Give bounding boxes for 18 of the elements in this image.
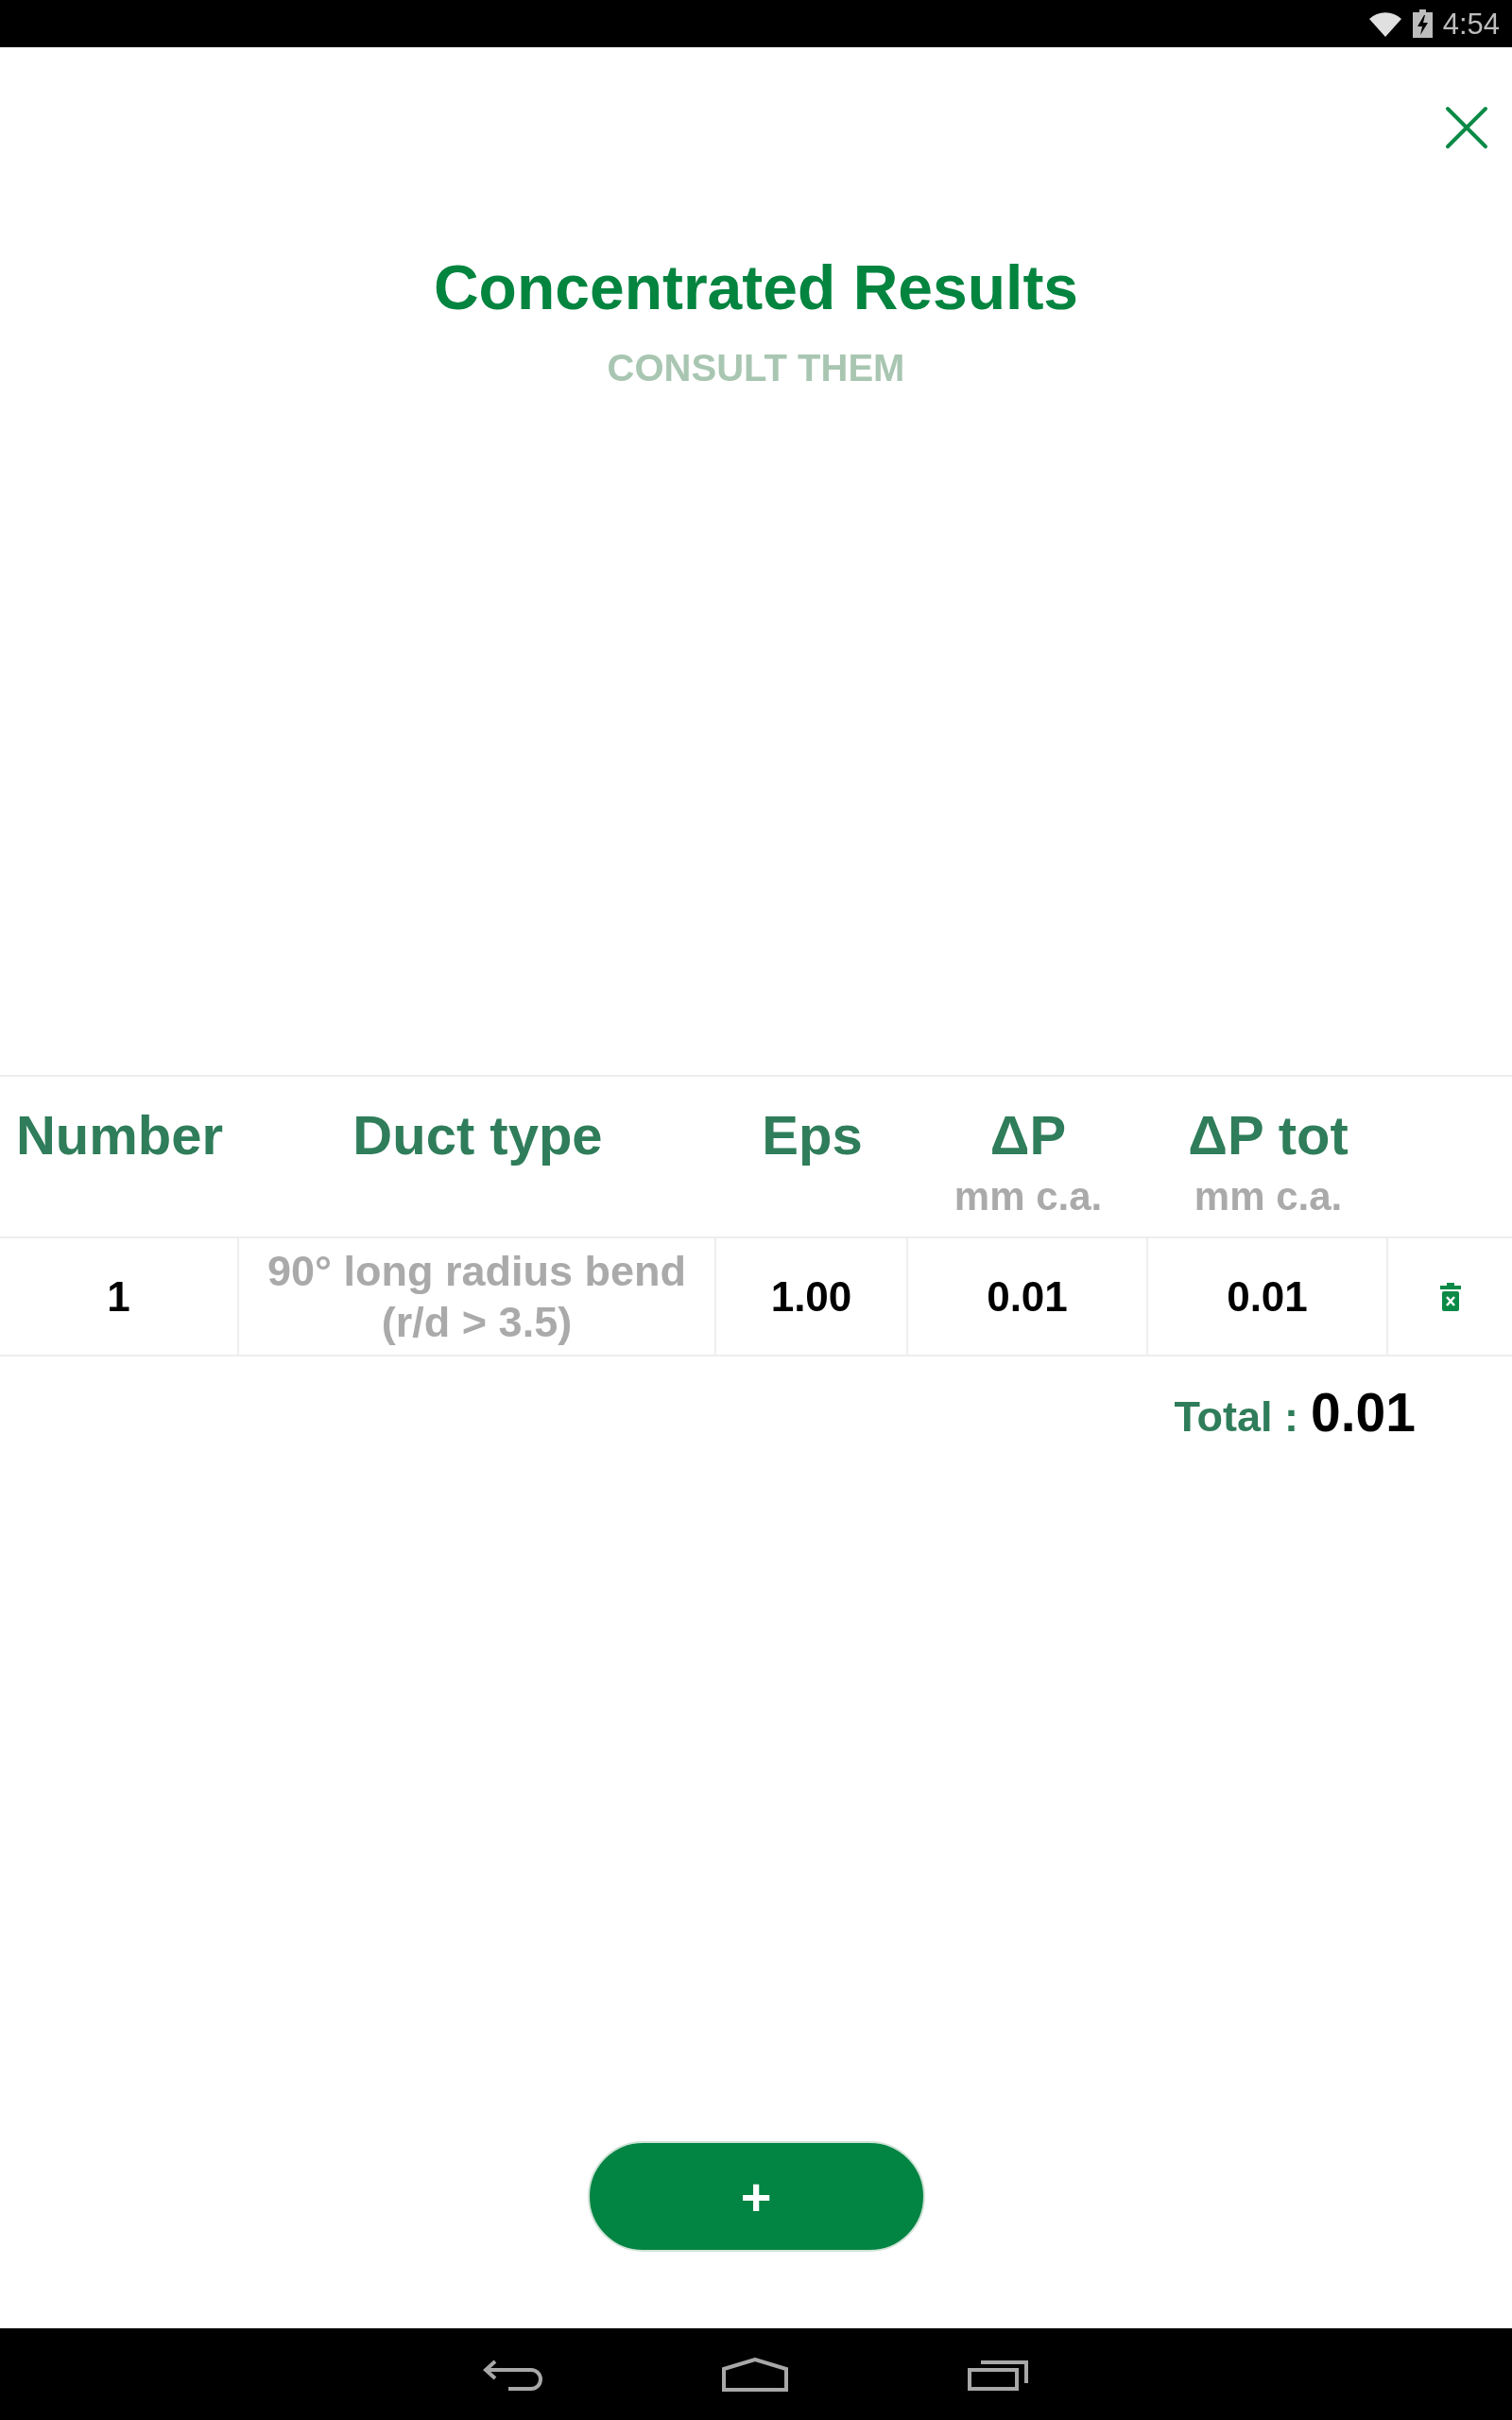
column-header: ΔP tot	[1188, 1108, 1349, 1163]
battery-charging-icon	[1412, 9, 1433, 38]
close-icon[interactable]	[1445, 106, 1488, 149]
recent-apps-icon[interactable]	[968, 2358, 1030, 2391]
trash-icon[interactable]	[1439, 1282, 1461, 1311]
status-time: 4:54	[1442, 9, 1500, 39]
column-unit: mm c.a.	[1194, 1177, 1343, 1217]
add-button[interactable]: +	[587, 2141, 925, 2252]
column-header: Number	[15, 1108, 224, 1163]
back-icon[interactable]	[482, 2358, 542, 2391]
page-subtitle: CONSULT THEM	[607, 349, 905, 387]
total-value: 0.01	[1311, 1386, 1416, 1440]
wifi-icon	[1367, 10, 1402, 37]
total-label: Total :	[1174, 1395, 1299, 1438]
column-header: ΔP	[989, 1108, 1067, 1163]
column-unit: mm c.a.	[954, 1177, 1103, 1217]
home-icon[interactable]	[722, 2357, 788, 2392]
page-title: Concentrated Results	[433, 256, 1079, 319]
